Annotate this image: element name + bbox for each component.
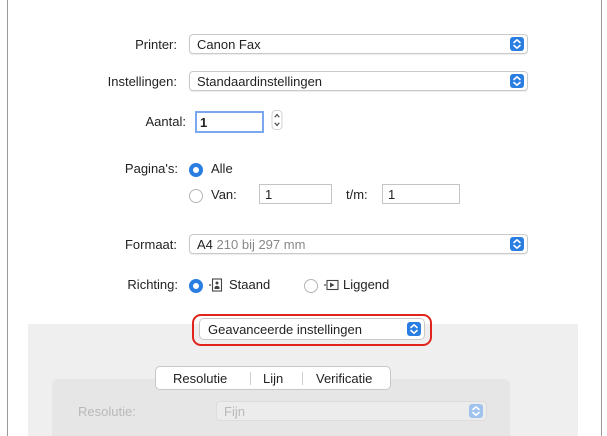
pages-all-radio[interactable] [189,163,203,177]
printer-popup[interactable]: Canon Fax [189,34,528,54]
pages-all-label: Alle [211,161,233,176]
pages-to-label: t/m: [346,187,368,202]
popup-arrows-icon [510,37,524,51]
settings-label: Instellingen: [107,74,177,89]
settings-popup[interactable]: Standaardinstellingen [189,71,528,91]
tab-resolutie[interactable]: Resolutie [173,371,227,386]
pages-from-value: 1 [265,187,273,202]
advanced-settings-popup[interactable]: Geavanceerde instellingen [199,318,425,340]
pages-to-field[interactable]: 1 [382,184,460,204]
printer-value: Canon Fax [197,37,261,52]
format-popup[interactable]: A4 210 bij 297 mm [189,234,528,254]
format-name: A4 [197,237,213,252]
advanced-settings-label: Geavanceerde instellingen [208,322,362,337]
copies-field[interactable]: 1 [195,111,264,133]
orientation-portrait-radio[interactable] [189,279,203,293]
tab-lijn[interactable]: Lijn [263,371,283,386]
orientation-landscape-label: Liggend [343,277,390,292]
settings-value: Standaardinstellingen [197,74,323,89]
copies-stepper-icon[interactable] [271,110,283,130]
pages-from-field[interactable]: 1 [259,184,332,204]
landscape-icon [324,279,339,291]
window-right-border [601,0,602,436]
portrait-icon [209,278,223,292]
tab-divider [250,372,251,385]
pages-range-radio[interactable] [189,189,203,203]
resolution-label: Resolutie: [78,404,136,419]
format-size: 210 bij 297 mm [216,237,306,252]
popup-arrows-icon [469,404,483,418]
copies-label: Aantal: [145,114,186,129]
orientation-portrait-label: Staand [229,277,271,292]
pages-to-value: 1 [388,187,396,202]
popup-arrows-icon [407,322,421,336]
popup-arrows-icon [510,74,524,88]
resolution-value: Fijn [224,404,245,419]
popup-arrows-icon [510,237,524,251]
copies-value: 1 [200,115,208,130]
resolution-popup[interactable]: Fijn [216,401,487,421]
printer-label: Printer: [135,37,177,52]
pages-label: Pagina's: [124,161,178,176]
tab-divider [302,372,303,385]
orientation-label: Richting: [127,277,178,292]
format-value: A4 210 bij 297 mm [197,237,305,252]
orientation-landscape-radio[interactable] [304,279,318,293]
format-label: Formaat: [124,237,177,252]
tab-bar: Resolutie Lijn Verificatie [155,366,391,390]
pages-from-label: Van: [211,187,237,202]
tab-verificatie[interactable]: Verificatie [316,371,372,386]
